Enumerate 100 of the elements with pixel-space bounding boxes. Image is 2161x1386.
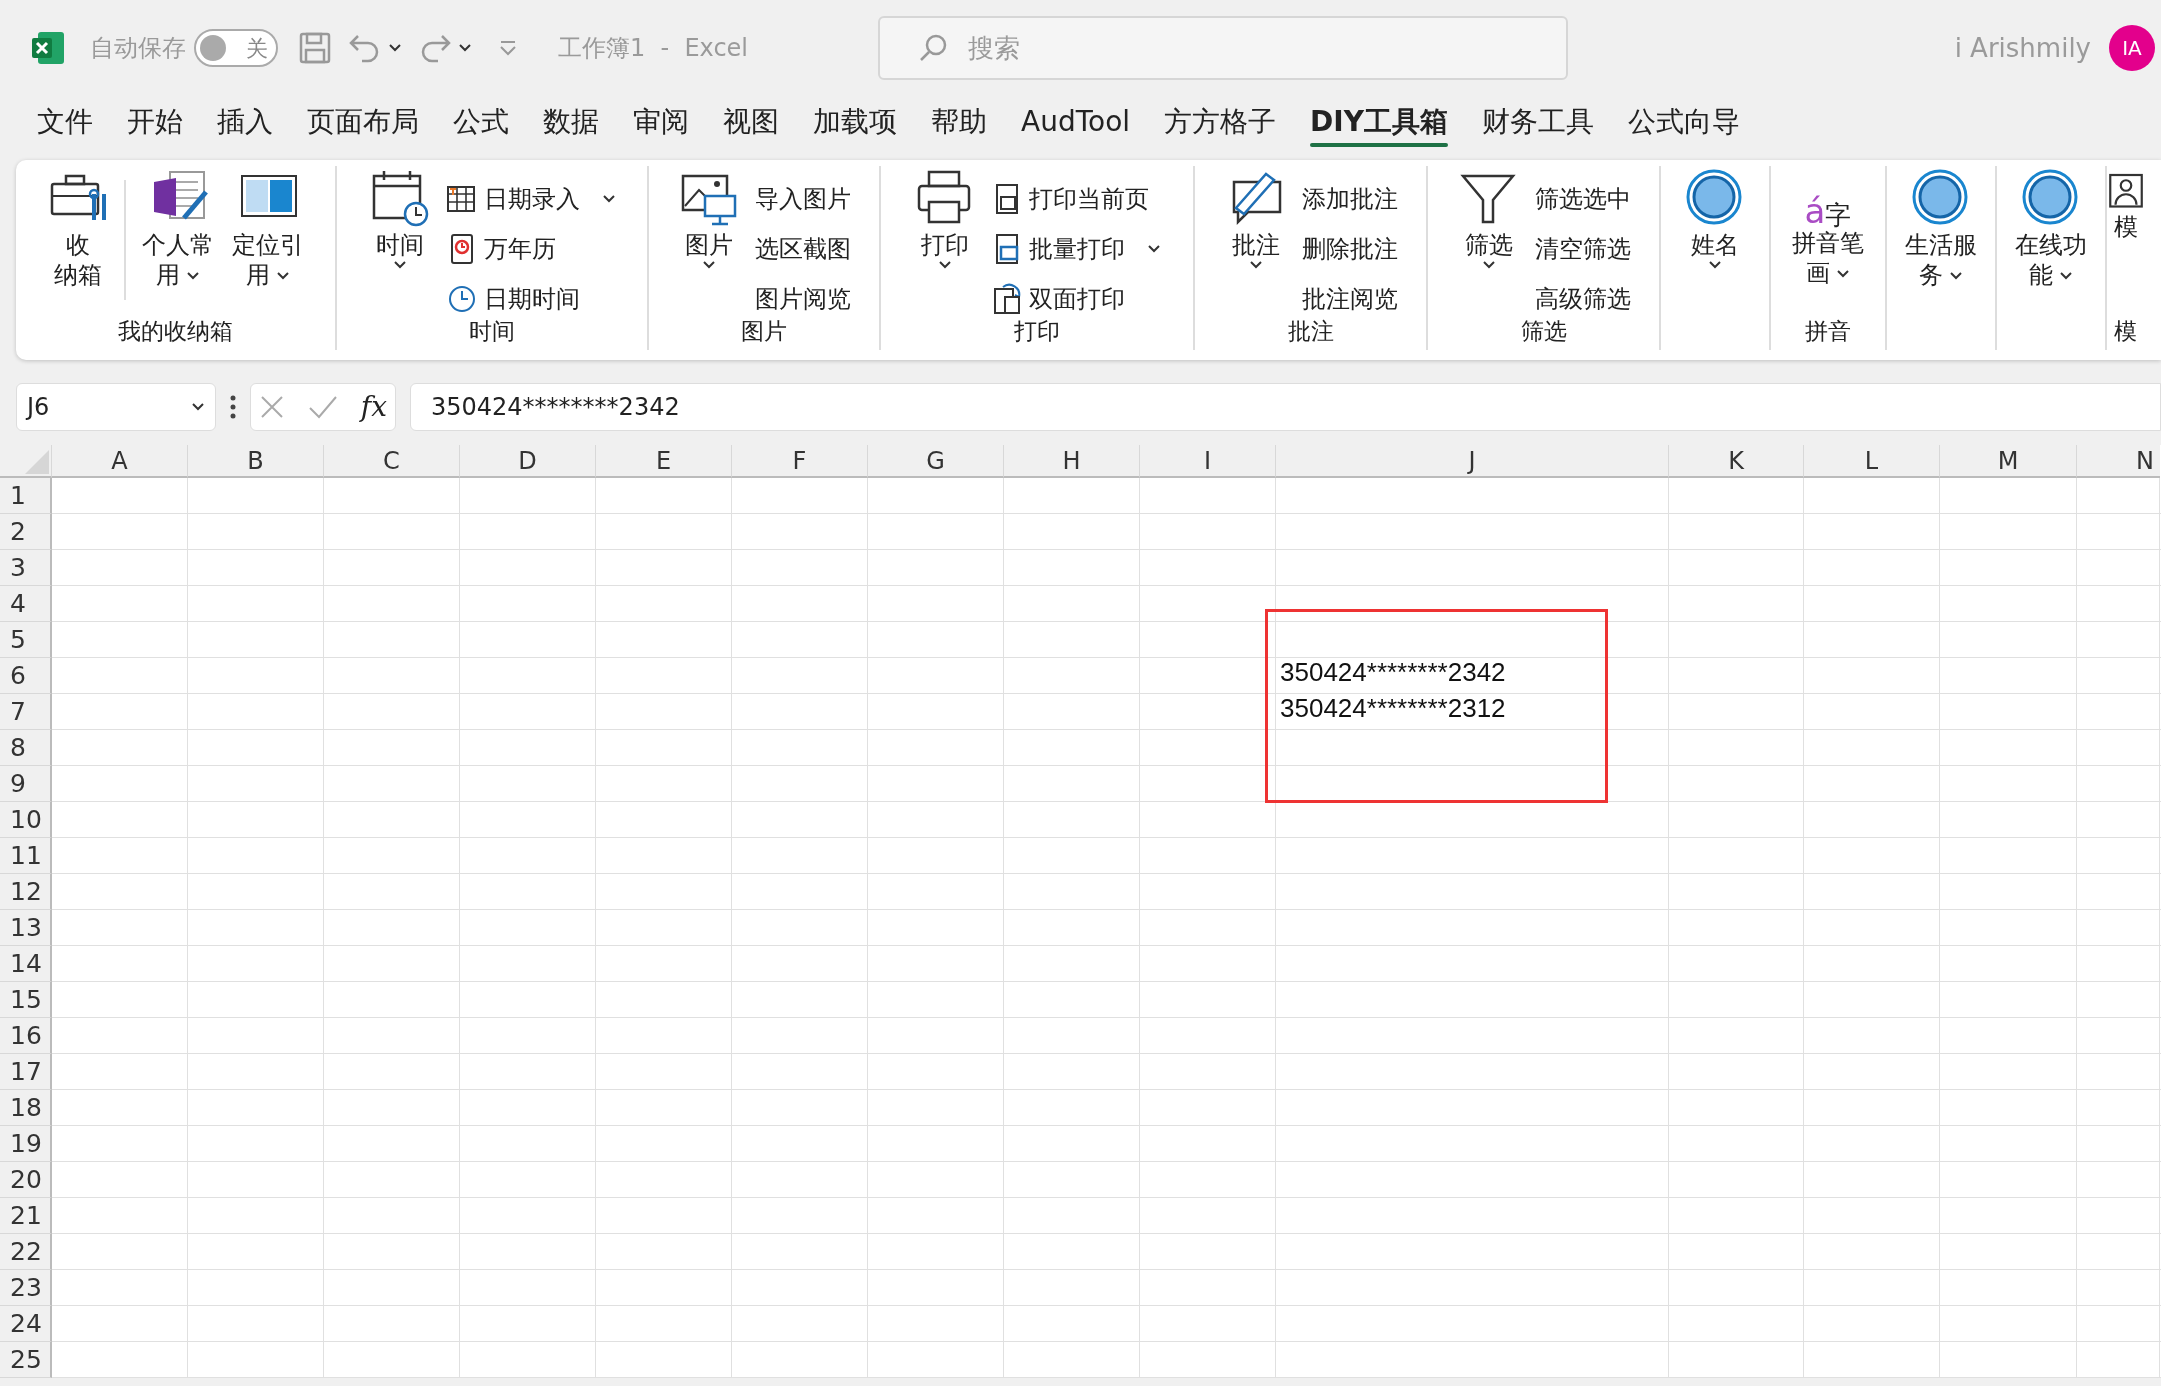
column-header[interactable]: M bbox=[1940, 445, 2077, 478]
enter-icon[interactable] bbox=[307, 394, 338, 420]
row-header[interactable]: 25 bbox=[0, 1342, 52, 1378]
user-avatar[interactable]: IA bbox=[2109, 25, 2155, 71]
save-icon[interactable] bbox=[298, 31, 332, 65]
ribbon-button[interactable]: 筛选 bbox=[1452, 166, 1525, 272]
row-header[interactable]: 17 bbox=[0, 1054, 52, 1090]
ribbon-button[interactable]: 选区截图 bbox=[751, 224, 855, 274]
ribbon-button[interactable]: 时间 bbox=[364, 166, 436, 272]
ribbon-button[interactable]: 生活服务 bbox=[1899, 166, 1983, 292]
ribbon-button[interactable]: 日期录入 bbox=[442, 174, 620, 224]
row-header[interactable]: 10 bbox=[0, 802, 52, 838]
cell-text: 350424********2312 bbox=[1279, 692, 1506, 725]
caret-icon bbox=[191, 402, 205, 412]
autosave-label: 自动保存 bbox=[90, 33, 186, 64]
column-header[interactable]: I bbox=[1140, 445, 1276, 478]
row-header[interactable]: 12 bbox=[0, 874, 52, 910]
column-header[interactable]: N bbox=[2077, 445, 2160, 478]
calendar-clock-icon bbox=[370, 168, 430, 228]
group-label: 时间 bbox=[469, 320, 515, 346]
row-header[interactable]: 1 bbox=[0, 478, 52, 514]
group-label: 模 bbox=[2114, 320, 2137, 346]
ribbon-tab[interactable]: 审阅 bbox=[616, 103, 706, 147]
ribbon-button[interactable]: 批量打印 bbox=[987, 224, 1165, 274]
row-header[interactable]: 9 bbox=[0, 766, 52, 802]
group-label: 打印 bbox=[1014, 320, 1060, 346]
ribbon-tab[interactable]: AudTool bbox=[1004, 103, 1148, 147]
row-header[interactable]: 21 bbox=[0, 1198, 52, 1234]
row-header[interactable]: 23 bbox=[0, 1270, 52, 1306]
ribbon-button[interactable]: 个人常用 bbox=[135, 166, 220, 292]
row-header[interactable]: 15 bbox=[0, 982, 52, 1018]
ribbon-button[interactable]: 定位引用 bbox=[225, 166, 310, 292]
clock-icon bbox=[446, 283, 476, 315]
column-header[interactable]: F bbox=[732, 445, 868, 478]
ribbon-tab[interactable]: 公式向导 bbox=[1611, 103, 1757, 147]
ribbon-button[interactable]: 姓名 bbox=[1679, 166, 1751, 272]
column-header[interactable]: D bbox=[460, 445, 596, 478]
insert-function-button[interactable]: fx bbox=[360, 386, 387, 428]
row-header[interactable]: 14 bbox=[0, 946, 52, 982]
row-header[interactable]: 11 bbox=[0, 838, 52, 874]
ribbon-tab[interactable]: 财务工具 bbox=[1465, 103, 1611, 147]
ribbon-button[interactable]: 清空筛选 bbox=[1530, 224, 1635, 274]
ribbon-button[interactable]: 筛选选中 bbox=[1530, 174, 1635, 224]
column-header[interactable]: L bbox=[1804, 445, 1940, 478]
row-header[interactable]: 2 bbox=[0, 514, 52, 550]
column-header[interactable]: B bbox=[188, 445, 324, 478]
ribbon-button[interactable]: 收纳箱 bbox=[41, 166, 114, 292]
row-header[interactable]: 19 bbox=[0, 1126, 52, 1162]
ribbon-button[interactable]: 万年历 bbox=[442, 224, 620, 274]
row-header[interactable]: 24 bbox=[0, 1306, 52, 1342]
ribbon-tab[interactable]: 数据 bbox=[526, 103, 616, 147]
row-header[interactable]: 4 bbox=[0, 586, 52, 622]
ribbon-button[interactable]: 导入图片 bbox=[751, 174, 855, 224]
column-header[interactable]: E bbox=[596, 445, 732, 478]
group-label: 拼音 bbox=[1805, 320, 1851, 346]
column-header[interactable]: A bbox=[52, 445, 188, 478]
row-header[interactable]: 7 bbox=[0, 694, 52, 730]
ribbon-button[interactable]: 在线功能 bbox=[2009, 166, 2093, 292]
column-header[interactable]: H bbox=[1004, 445, 1140, 478]
ribbon-button[interactable]: 模 bbox=[2098, 166, 2153, 244]
user-name: i Arishmily bbox=[1954, 31, 2091, 65]
row-header[interactable]: 8 bbox=[0, 730, 52, 766]
row-header[interactable]: 6 bbox=[0, 658, 52, 694]
ribbon-button[interactable]: 批注 bbox=[1219, 166, 1292, 272]
ribbon-button[interactable]: á字 拼音笔画 bbox=[1786, 166, 1870, 290]
ribbon-button[interactable]: 打印当前页 bbox=[987, 174, 1165, 224]
row-header[interactable]: 3 bbox=[0, 550, 52, 586]
ribbon-button[interactable]: 图片 bbox=[673, 166, 745, 272]
window-title: 工作簿1 - Excel bbox=[558, 33, 749, 64]
column-header[interactable]: J bbox=[1276, 445, 1669, 478]
ribbon-tab[interactable]: 视图 bbox=[706, 103, 796, 147]
column-header[interactable]: C bbox=[324, 445, 460, 478]
ribbon-tab[interactable]: DIY工具箱 bbox=[1293, 103, 1465, 147]
group-label: 批注 bbox=[1287, 320, 1334, 346]
row-header[interactable]: 5 bbox=[0, 622, 52, 658]
group-label: 筛选 bbox=[1520, 320, 1567, 346]
column-header[interactable]: G bbox=[868, 445, 1004, 478]
row-header[interactable]: 16 bbox=[0, 1018, 52, 1054]
ribbon-tab[interactable]: 插入 bbox=[200, 103, 290, 147]
ribbon-tab[interactable]: 方方格子 bbox=[1147, 103, 1294, 147]
ribbon-tab[interactable]: 加载项 bbox=[796, 103, 914, 147]
column-header[interactable]: K bbox=[1669, 445, 1804, 478]
ribbon-button[interactable]: 打印 bbox=[909, 166, 981, 272]
ribbon-tab[interactable]: 公式 bbox=[436, 103, 526, 147]
row-header[interactable]: 18 bbox=[0, 1090, 52, 1126]
ribbon-button[interactable]: 删除批注 bbox=[1297, 224, 1402, 274]
ribbon-tab[interactable]: 帮助 bbox=[914, 103, 1004, 147]
ribbon-button[interactable]: 添加批注 bbox=[1297, 174, 1402, 224]
customize-caret-icon[interactable] bbox=[498, 40, 518, 56]
cancel-icon[interactable] bbox=[259, 394, 285, 420]
row-header[interactable]: 22 bbox=[0, 1234, 52, 1270]
more-options-icon[interactable] bbox=[230, 395, 236, 419]
row-header[interactable]: 13 bbox=[0, 910, 52, 946]
formula-input[interactable]: 350424********2342 bbox=[410, 383, 2161, 431]
ribbon-tab[interactable]: 页面布局 bbox=[290, 103, 436, 147]
row-header[interactable]: 20 bbox=[0, 1162, 52, 1198]
name-box[interactable]: J6 bbox=[16, 383, 216, 431]
ribbon-tab[interactable]: 文件 bbox=[20, 103, 110, 147]
autosave-toggle[interactable]: 关 bbox=[194, 29, 278, 67]
ribbon-tab[interactable]: 开始 bbox=[110, 103, 200, 147]
